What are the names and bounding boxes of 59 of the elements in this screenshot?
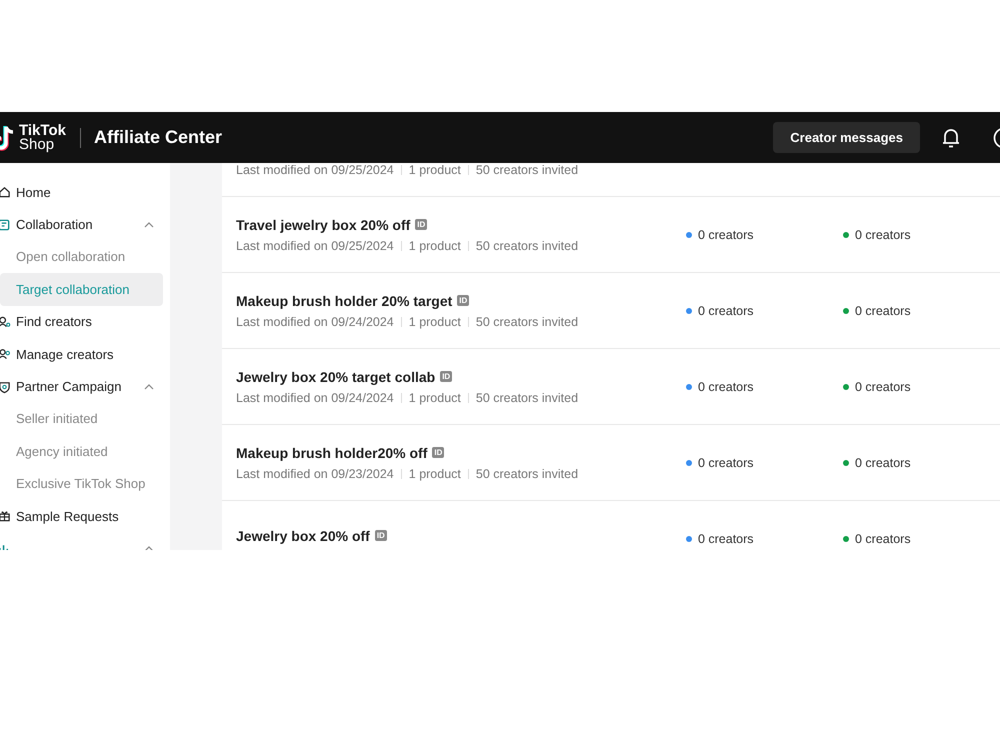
collaboration-title[interactable]: Makeup brush holder20% off (236, 444, 428, 460)
people-icon (0, 347, 11, 362)
meta-text: 1 product (408, 314, 461, 328)
person-search-icon (0, 314, 11, 329)
meta-text: 50 creators invited (476, 238, 578, 252)
id-badge[interactable]: ID (432, 447, 444, 458)
sidebar-item[interactable]: Collaboration (0, 208, 163, 241)
shield-icon (0, 380, 11, 394)
creator-count: 0 creators (698, 228, 754, 242)
creator-count: 0 creators (698, 532, 754, 546)
creator-count: 0 creators (854, 456, 911, 470)
app-title: Affiliate Center (94, 127, 222, 148)
id-badge[interactable]: ID (440, 371, 452, 382)
meta-text: Last modified on 09/25/2024 (236, 238, 394, 252)
meta-text: Last modified on 09/23/2024 (236, 466, 394, 480)
meta-text: Last modified on 09/25/2024 (236, 163, 394, 177)
logo-text: TikTok (19, 124, 66, 138)
home-icon (0, 185, 11, 200)
caret-icon[interactable] (144, 221, 154, 228)
sidebar-item[interactable]: Find creators (0, 306, 163, 338)
meta-text: Last modified on 09/24/2024 (236, 314, 394, 328)
logo-text: Shop (19, 138, 56, 152)
sidebar-item[interactable]: Sample Requests (0, 500, 163, 532)
bell-icon[interactable] (941, 126, 961, 148)
meta-text: 1 product (408, 238, 461, 252)
meta-text: 1 product (408, 390, 461, 404)
meta-text: 1 product (408, 466, 461, 480)
gift-icon (0, 509, 11, 524)
meta-text: 1 product (408, 163, 461, 177)
creator-messages-button[interactable]: Creator messages (773, 122, 920, 153)
sidebar-item[interactable]: Exclusive TikTok Shop (0, 468, 163, 500)
document-icon (0, 218, 11, 232)
sidebar-item[interactable]: Open collaboration (0, 240, 163, 274)
id-badge[interactable]: ID (374, 530, 387, 541)
id-badge[interactable]: ID (457, 295, 470, 306)
meta-text: 50 creators invited (476, 163, 578, 177)
sidebar-item[interactable]: Home (0, 176, 163, 208)
sidebar-item[interactable]: Partner Campaign (0, 370, 163, 403)
creator-count: 0 creators (854, 380, 911, 394)
caret-icon[interactable] (144, 383, 154, 390)
creator-count: 0 creators (854, 532, 911, 546)
creator-count: 0 creators (698, 456, 754, 470)
sidebar-item[interactable]: Manage creators (0, 338, 163, 370)
meta-text: Last modified on 09/24/2024 (236, 390, 394, 404)
collaboration-title[interactable]: Jewelry box 20% off (236, 528, 370, 544)
meta-text: 50 creators invited (476, 466, 578, 480)
creator-count: 0 creators (698, 380, 754, 394)
collaboration-title[interactable]: Travel jewelry box 20% off (236, 216, 410, 232)
caret-icon[interactable] (144, 545, 154, 550)
collaboration-title[interactable]: Jewelry box 20% target collab (236, 368, 436, 384)
creator-count: 0 creators (854, 228, 911, 242)
sidebar-item[interactable]: Seller initiated (0, 402, 163, 436)
id-badge[interactable]: ID (415, 219, 428, 230)
collaboration-title[interactable]: Makeup brush holder 20% target (236, 292, 452, 308)
creator-count: 0 creators (854, 304, 911, 318)
meta-text: 50 creators invited (476, 390, 578, 404)
sidebar-item[interactable]: Agency initiated (0, 435, 163, 468)
creator-count: 0 creators (698, 304, 754, 318)
meta-text: 50 creators invited (476, 314, 578, 328)
